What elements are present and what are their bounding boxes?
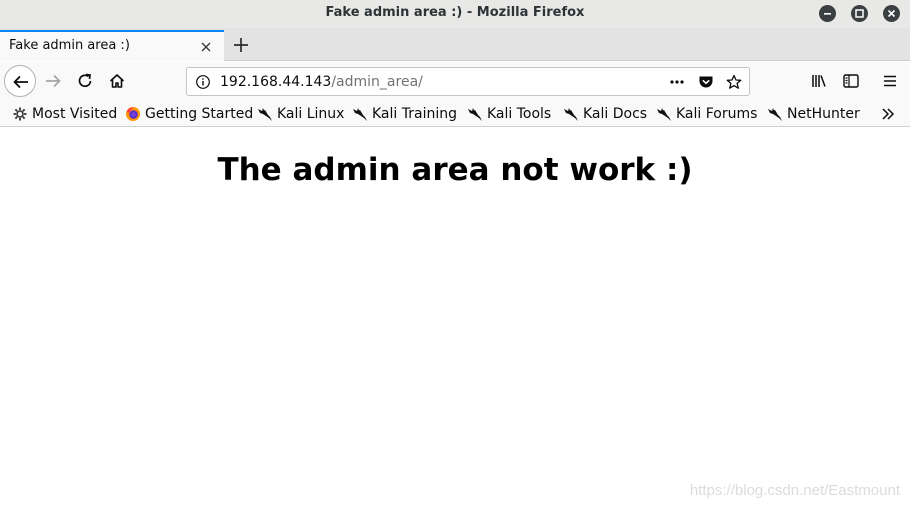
bookmark-kali-forums[interactable]: Kali Forums: [656, 105, 757, 123]
bookmark-kali-docs[interactable]: Kali Docs: [563, 105, 647, 123]
url-path: /admin_area/: [331, 74, 423, 90]
kali-dragon-icon: [657, 108, 671, 121]
kali-dragon-icon: [564, 108, 578, 121]
maximize-button[interactable]: [851, 5, 868, 22]
navigation-toolbar: 192.168.44.143/admin_area/: [0, 62, 910, 101]
info-icon[interactable]: [195, 74, 211, 90]
tab-strip: Fake admin area :): [0, 28, 910, 61]
bookmarks-overflow-chevron-icon[interactable]: [880, 106, 896, 122]
bookmark-label: NetHunter: [787, 106, 860, 122]
back-button[interactable]: [4, 65, 36, 97]
bookmark-nethunter[interactable]: NetHunter: [767, 105, 860, 123]
sidebar-icon[interactable]: [842, 72, 860, 90]
bookmark-label: Kali Linux: [277, 106, 345, 122]
kali-dragon-icon: [468, 108, 482, 121]
kali-dragon-icon: [258, 108, 272, 121]
minimize-icon: [824, 13, 831, 15]
url-host: 192.168.44.143: [220, 74, 332, 90]
tab-active[interactable]: Fake admin area :): [0, 30, 224, 61]
pocket-icon[interactable]: [698, 74, 714, 90]
bookmarks-toolbar: Most Visited Getting Started Kali Linux …: [0, 101, 910, 127]
page-actions-icon[interactable]: [669, 74, 685, 90]
forward-arrow-icon[interactable]: [44, 72, 62, 90]
kali-dragon-icon: [768, 108, 782, 121]
hamburger-menu-icon[interactable]: [881, 72, 899, 90]
bookmark-kali-training[interactable]: Kali Training: [352, 105, 457, 123]
maximize-icon: [855, 9, 864, 18]
bookmark-kali-tools[interactable]: Kali Tools: [467, 105, 551, 123]
kali-dragon-icon: [353, 108, 367, 121]
bookmark-label: Kali Forums: [676, 106, 758, 122]
back-arrow-icon: [13, 75, 28, 89]
bookmark-label: Getting Started: [145, 106, 254, 122]
firefox-icon: [126, 107, 140, 121]
page-content: The admin area not work :) https://blog.…: [0, 128, 910, 507]
bookmark-label: Kali Tools: [487, 106, 552, 122]
new-tab-icon[interactable]: [231, 35, 251, 55]
home-icon[interactable]: [108, 72, 126, 90]
page-heading: The admin area not work :): [217, 152, 693, 188]
bookmark-most-visited[interactable]: Most Visited: [12, 105, 117, 123]
url-bar[interactable]: 192.168.44.143/admin_area/: [186, 67, 750, 96]
url-text[interactable]: 192.168.44.143/admin_area/: [220, 74, 423, 90]
tab-label: Fake admin area :): [9, 38, 130, 53]
tab-close-icon[interactable]: [199, 40, 213, 54]
gear-icon: [13, 107, 27, 121]
minimize-button[interactable]: [819, 5, 836, 22]
watermark-text: https://blog.csdn.net/Eastmount: [689, 482, 900, 499]
bookmark-label: Kali Training: [372, 106, 457, 122]
bookmark-label: Kali Docs: [583, 106, 648, 122]
library-icon[interactable]: [810, 72, 828, 90]
window-title: Fake admin area :) - Mozilla Firefox: [325, 5, 585, 20]
bookmark-kali-linux[interactable]: Kali Linux: [257, 105, 344, 123]
bookmark-label: Most Visited: [32, 106, 118, 122]
window-titlebar: Fake admin area :) - Mozilla Firefox: [0, 0, 910, 28]
close-window-button[interactable]: [883, 5, 900, 22]
bookmark-star-icon[interactable]: [726, 74, 742, 90]
reload-icon[interactable]: [76, 72, 94, 90]
bookmark-getting-started[interactable]: Getting Started: [125, 105, 253, 123]
close-icon: [887, 9, 896, 18]
